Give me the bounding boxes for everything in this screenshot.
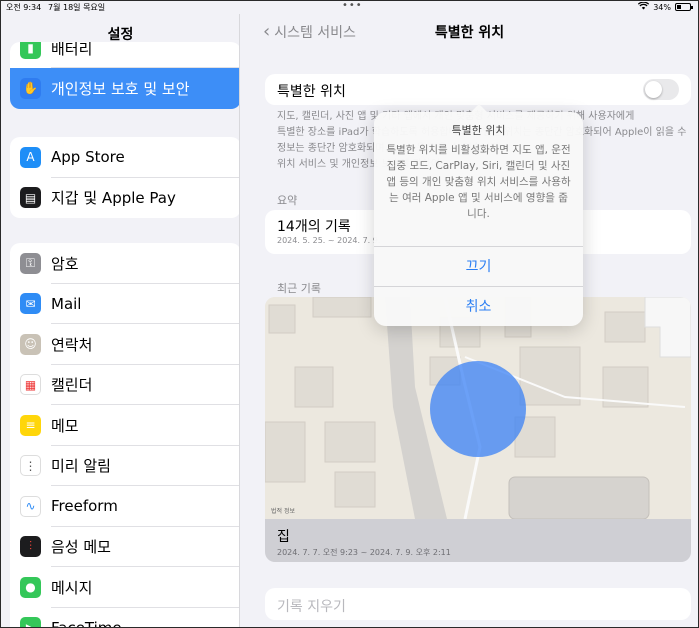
notes-icon: ≡ [20,414,41,436]
sidebar-item-label: App Store [51,148,125,167]
popover-message: 특별한 위치를 비활성화하면 지도 앱, 운전 집중 모드, CarPlay, … [386,144,571,220]
sidebar-item-label: 미리 알림 [51,457,111,476]
status-time: 오전 9:34 [6,3,42,12]
sidebar-item-label: 음성 메모 [51,538,111,557]
sidebar-item-battery[interactable]: ▮ 배터리 [10,42,239,68]
sidebar-item-label: 배터리 [51,42,93,58]
sidebar-item-label: Freeform [51,497,118,516]
sidebar-item-calendar[interactable]: ▦ 캘린더 [10,365,239,406]
sidebar-item-label: 메시지 [51,578,93,597]
sidebar-item-label: 연락처 [51,335,93,354]
sidebar-item-label: 개인정보 보호 및 보안 [51,79,190,98]
status-right: 34% [638,1,693,12]
wallet-icon: ▤ [20,187,41,209]
cancel-button[interactable]: 취소 [374,286,583,326]
toggle-row: 특별한 위치 [265,74,691,105]
sidebar-item-wallet[interactable]: ▤ 지갑 및 Apple Pay [10,178,239,219]
sidebar-item-app-store[interactable]: A App Store [10,137,239,178]
map-legal-link[interactable]: 법적 정보 [271,506,295,515]
sidebar: 설정 ▮ 배터리 ✋ 개인정보 보호 및 보안 A App Store ▤ 지갑… [1,14,240,627]
voice-memos-icon: ⫶ [20,536,41,558]
clear-history-button[interactable]: 기록 지우기 [277,596,346,616]
recent-visit-row[interactable]: 집 2024. 7. 7. 오전 9:23 ~ 2024. 7. 9. 오후 2… [265,519,691,562]
toggle-label: 특별한 위치 [277,84,346,100]
turn-off-button[interactable]: 끄기 [374,246,583,286]
freeform-icon: ∿ [20,495,41,517]
sidebar-item-label: 암호 [51,254,79,273]
page-title: 특별한 위치 [434,25,505,41]
mail-icon: ✉ [20,293,41,315]
sidebar-item-notes[interactable]: ≡ 메모 [10,405,239,446]
recent-visit-range: 2024. 7. 7. 오전 9:23 ~ 2024. 7. 9. 오후 2:1… [277,548,451,557]
facetime-icon: ▶ [20,617,41,627]
sidebar-item-passwords[interactable]: ⚿ 암호 [10,243,239,284]
battery-settings-icon: ▮ [20,42,41,59]
summary-header: 요약 [277,194,298,207]
sidebar-group-1: ▮ 배터리 ✋ 개인정보 보호 및 보안 [10,42,239,109]
sidebar-item-label: FaceTime [51,619,122,627]
calendar-icon: ▦ [20,374,41,396]
recent-header: 최근 기록 [277,282,321,295]
sidebar-item-mail[interactable]: ✉ Mail [10,284,239,325]
multitasking-dots-icon[interactable]: ••• [342,0,363,11]
clear-history-row[interactable]: 기록 지우기 [265,588,691,620]
recent-place-name: 집 [277,529,290,545]
sidebar-item-label: 지갑 및 Apple Pay [51,189,176,208]
location-map[interactable]: 법적 정보 [265,297,691,519]
popover-title: 특별한 위치 [451,124,506,137]
reminders-icon: ⋮ [20,455,41,477]
sidebar-item-privacy[interactable]: ✋ 개인정보 보호 및 보안 [10,68,239,109]
nav-bar: ‹ 시스템 서비스 특별한 위치 [241,22,698,46]
sidebar-item-label: Mail [51,294,82,313]
sidebar-group-2: A App Store ▤ 지갑 및 Apple Pay [10,137,239,219]
battery-icon [675,3,693,11]
sidebar-item-label: 메모 [51,416,79,435]
sidebar-item-voice-memos[interactable]: ⫶ 음성 메모 [10,527,239,568]
hand-icon: ✋ [20,77,41,99]
wifi-icon [638,1,650,12]
sidebar-title: 설정 [107,27,134,43]
disable-confirm-popover: 특별한 위치 특별한 위치를 비활성화하면 지도 앱, 운전 집중 모드, Ca… [374,104,583,326]
status-bar: 오전 9:34 7월 18일 목요일 ••• 34% [0,0,699,14]
contacts-icon: ☺ [20,333,41,355]
app-store-icon: A [20,146,41,168]
significant-locations-toggle[interactable] [643,79,679,100]
sidebar-item-label: 캘린더 [51,376,93,395]
sidebar-item-reminders[interactable]: ⋮ 미리 알림 [10,446,239,487]
battery-percent: 34% [653,2,671,12]
sidebar-item-freeform[interactable]: ∿ Freeform [10,486,239,527]
status-date: 7월 18일 목요일 [48,3,106,12]
messages-icon: ● [20,576,41,598]
key-icon: ⚿ [20,252,41,274]
sidebar-item-contacts[interactable]: ☺ 연락처 [10,324,239,365]
summary-range: 2024. 5. 25. ~ 2024. 7. 9. [277,236,381,245]
summary-title: 14개의 기록 [277,219,351,235]
sidebar-group-3: ⚿ 암호 ✉ Mail ☺ 연락처 ▦ 캘린더 ≡ 메모 ⋮ 미리 알림 ∿ F… [10,243,239,627]
sidebar-item-facetime[interactable]: ▶ FaceTime [10,608,239,627]
map-graphic [265,297,691,519]
sidebar-item-messages[interactable]: ● 메시지 [10,567,239,608]
